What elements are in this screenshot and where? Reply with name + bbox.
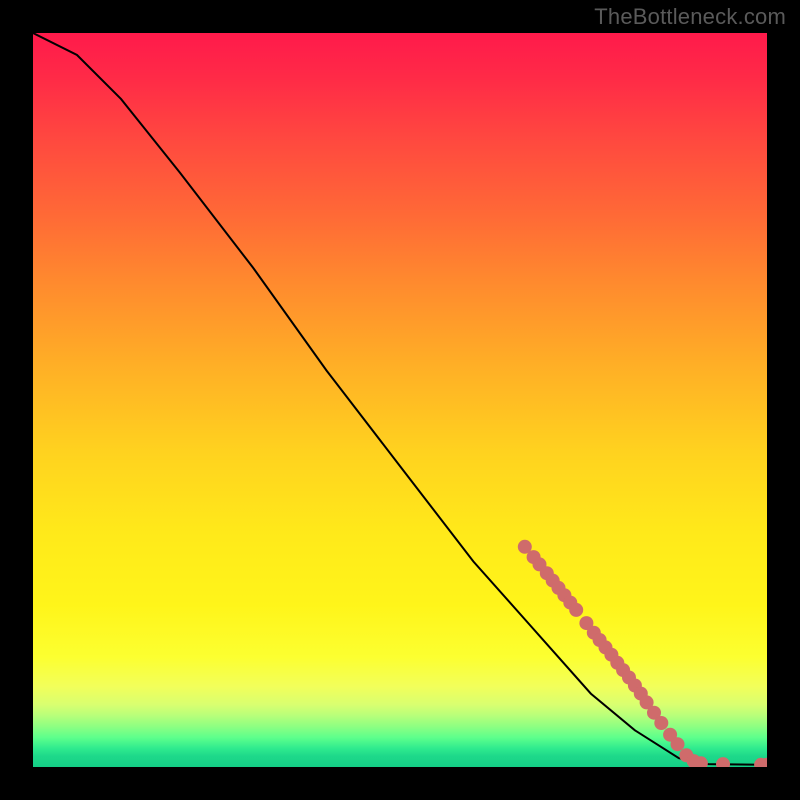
data-point: [716, 757, 730, 767]
bottleneck-curve: [33, 33, 767, 765]
chart-frame: TheBottleneck.com: [0, 0, 800, 800]
watermark-label: TheBottleneck.com: [594, 4, 786, 30]
plot-area: [33, 33, 767, 767]
data-point: [569, 603, 583, 617]
data-point: [654, 716, 668, 730]
chart-svg: [33, 33, 767, 767]
data-point: [671, 737, 685, 751]
